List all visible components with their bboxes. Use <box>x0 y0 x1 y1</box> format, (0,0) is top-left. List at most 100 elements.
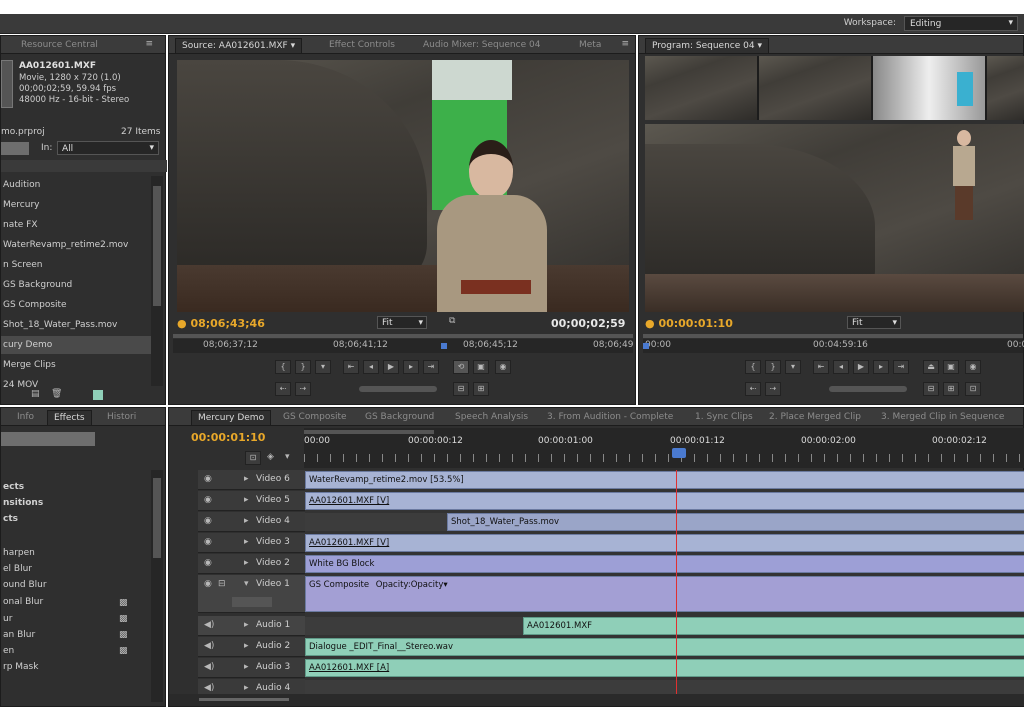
in-select[interactable]: All ▾ <box>57 141 159 155</box>
playhead-marker[interactable] <box>643 343 649 349</box>
shuttle-right-button[interactable]: ⇢ <box>295 382 311 396</box>
speaker-icon[interactable]: ◀) <box>204 620 214 630</box>
list-item-selected[interactable]: cury Demo <box>1 336 151 354</box>
track-header[interactable]: ◉ ⊟ ▾ Video 1 <box>198 575 305 613</box>
panel-menu-icon[interactable]: ≡ <box>145 39 153 49</box>
playhead-handle[interactable] <box>672 448 686 458</box>
list-item[interactable]: onal Blur <box>1 593 151 611</box>
track-header[interactable]: ◀) ▸ Audio 3 <box>198 658 305 678</box>
expand-icon[interactable]: ▸ <box>244 683 249 693</box>
track-header[interactable]: ◉ ▸ Video 4 <box>198 512 305 532</box>
program-ruler[interactable]: 00:00 00:04:59:16 00:0 <box>643 339 1024 353</box>
thumbnail[interactable] <box>645 56 757 120</box>
delete-icon[interactable]: 🗑 <box>51 389 62 399</box>
tab-place-merged-clip[interactable]: 2. Place Merged Clip <box>763 410 867 425</box>
thumbnail[interactable] <box>987 56 1024 120</box>
go-to-in-button[interactable]: ⇤ <box>813 360 829 374</box>
eye-icon[interactable]: ◉ <box>204 516 212 526</box>
clip[interactable]: Shot_18_Water_Pass.mov <box>447 513 1024 531</box>
expand-icon[interactable]: ▸ <box>244 641 249 651</box>
expand-icon[interactable]: ▸ <box>244 537 249 547</box>
speaker-icon[interactable]: ◀) <box>204 683 214 693</box>
tab-speech-analysis[interactable]: Speech Analysis <box>449 410 534 425</box>
tab-from-audition[interactable]: 3. From Audition - Complete <box>541 410 679 425</box>
clip[interactable]: AA012601.MXF [V] <box>305 534 1024 552</box>
clip[interactable]: GS Composite Opacity:Opacity▾ <box>305 576 1024 612</box>
mark-out-button[interactable]: } <box>295 360 311 374</box>
scrollbar[interactable] <box>151 470 163 702</box>
eye-icon[interactable]: ◉ <box>204 495 212 505</box>
play-button[interactable]: ▶ <box>383 360 399 374</box>
list-item[interactable]: rp Mask <box>1 658 151 676</box>
export-frame-icon[interactable]: ◉ <box>965 360 981 374</box>
tab-gs-composite[interactable]: GS Composite <box>277 410 353 425</box>
play-button[interactable]: ▶ <box>853 360 869 374</box>
list-item[interactable]: Merge Clips <box>1 356 151 374</box>
list-item[interactable]: Shot_18_Water_Pass.mov <box>1 316 151 334</box>
new-bin-icon[interactable]: ▤ <box>31 389 40 399</box>
go-to-out-button[interactable]: ⇥ <box>423 360 439 374</box>
thumbnail[interactable] <box>759 56 871 120</box>
tab-source[interactable]: Source: AA012601.MXF ▾ <box>175 38 303 53</box>
zoom-slider[interactable] <box>199 698 289 701</box>
list-item[interactable]: GS Composite <box>1 296 151 314</box>
tab-effects[interactable]: Effects <box>47 410 92 425</box>
speaker-icon[interactable]: ◀) <box>204 662 214 672</box>
clip[interactable]: Dialogue _EDIT_Final__Stereo.wav <box>305 638 1024 656</box>
expand-icon[interactable]: ▸ <box>244 474 249 484</box>
track-header[interactable]: ◀) ▸ Audio 2 <box>198 637 305 657</box>
track-header[interactable]: ◉ ▸ Video 5 <box>198 491 305 511</box>
thumbnail[interactable] <box>873 56 985 120</box>
list-item[interactable]: Mercury <box>1 196 151 214</box>
tab-history[interactable]: Histori <box>101 410 142 425</box>
marker-icon[interactable]: ◈ <box>267 452 274 462</box>
expand-icon[interactable]: ▸ <box>244 495 249 505</box>
step-forward-button[interactable]: ▸ <box>873 360 889 374</box>
keyframe-icon[interactable]: ▾ <box>285 452 290 462</box>
list-item[interactable]: nate FX <box>1 216 151 234</box>
go-to-out-button[interactable]: ⇥ <box>893 360 909 374</box>
tab-merged-clip-sequence[interactable]: 3. Merged Clip in Sequence <box>875 410 1010 425</box>
go-to-in-button[interactable]: ⇤ <box>343 360 359 374</box>
source-fit-select[interactable]: Fit ▾ <box>377 316 427 329</box>
add-marker-button[interactable]: ▾ <box>315 360 331 374</box>
eye-icon[interactable]: ◉ <box>204 474 212 484</box>
trim-button[interactable]: ⊟ <box>923 382 939 396</box>
program-fit-select[interactable]: Fit ▾ <box>847 316 901 329</box>
mark-in-button[interactable]: { <box>745 360 761 374</box>
keyframe-nav[interactable] <box>232 597 272 607</box>
clip[interactable]: AA012601.MXF [A] <box>305 659 1024 677</box>
timeline-ruler[interactable]: 00:00 00:00:00:12 00:00:01:00 00:00:01:1… <box>304 428 1024 468</box>
overwrite-button[interactable]: ⊞ <box>473 382 489 396</box>
source-ruler[interactable]: 08;06;37;12 08;06;41;12 08;06;45;12 08;0… <box>173 339 633 353</box>
mark-in-button[interactable]: { <box>275 360 291 374</box>
add-marker-button[interactable]: ▾ <box>785 360 801 374</box>
expand-icon[interactable]: ▸ <box>244 516 249 526</box>
clip[interactable]: WaterRevamp_retime2.mov [53.5%] <box>305 471 1024 489</box>
tab-gs-background[interactable]: GS Background <box>359 410 440 425</box>
tab-effect-controls[interactable]: Effect Controls <box>323 38 401 53</box>
clip[interactable]: AA012601.MXF [V] <box>305 492 1024 510</box>
sync-lock-icon[interactable]: ⊟ <box>218 579 226 589</box>
list-item[interactable]: n Screen <box>1 256 151 274</box>
track-header[interactable]: ◀) ▸ Audio 1 <box>198 616 305 636</box>
output-button[interactable]: ⊡ <box>965 382 981 396</box>
list-item[interactable]: ound Blur <box>1 576 151 594</box>
eye-icon[interactable]: ◉ <box>204 558 212 568</box>
track-header[interactable]: ◉ ▸ Video 2 <box>198 554 305 574</box>
loop-button[interactable]: ⟲ <box>453 360 469 374</box>
track-header[interactable]: ◉ ▸ Video 6 <box>198 470 305 490</box>
step-forward-button[interactable]: ▸ <box>403 360 419 374</box>
mark-out-button[interactable]: } <box>765 360 781 374</box>
step-back-button[interactable]: ◂ <box>833 360 849 374</box>
tab-audio-mixer[interactable]: Audio Mixer: Sequence 04 <box>417 38 546 53</box>
expand-icon[interactable]: ▸ <box>244 558 249 568</box>
panel-menu-icon[interactable]: ≡ <box>621 39 629 49</box>
tab-metadata[interactable]: Meta <box>573 38 607 53</box>
safe-margins-button[interactable]: ▣ <box>473 360 489 374</box>
tab-program[interactable]: Program: Sequence 04 ▾ <box>645 38 769 53</box>
list-item[interactable]: cts <box>1 510 151 528</box>
list-item[interactable]: GS Background <box>1 276 151 294</box>
tab-info[interactable]: Info <box>11 410 40 425</box>
tab-resource-central[interactable]: Resource Central <box>15 38 104 53</box>
